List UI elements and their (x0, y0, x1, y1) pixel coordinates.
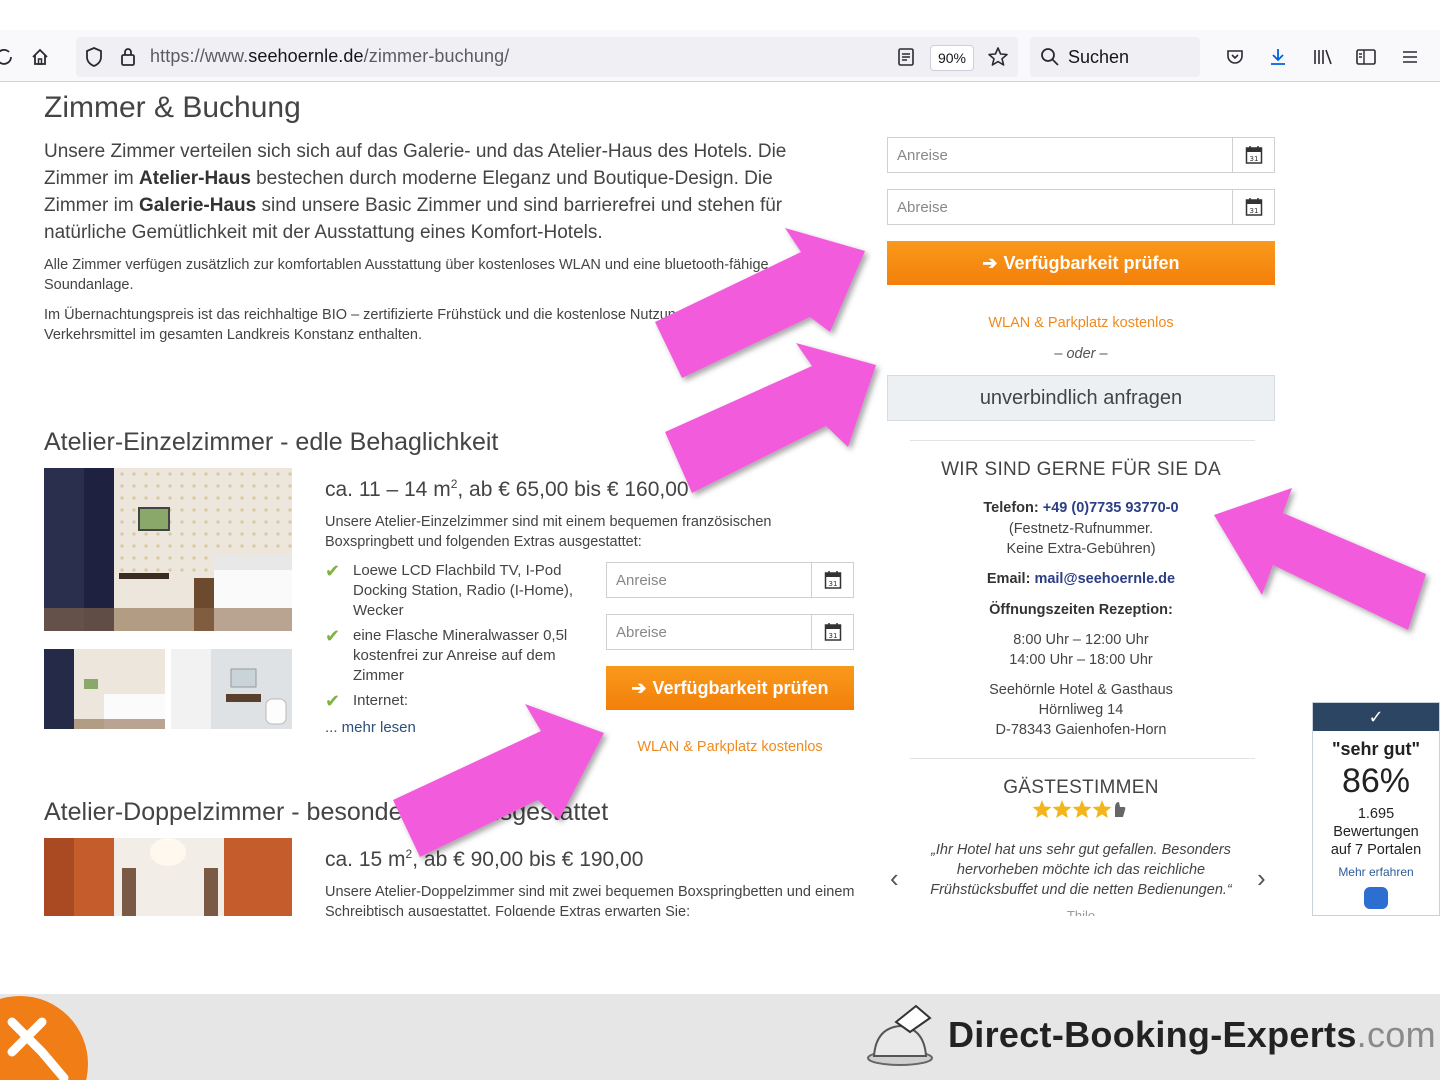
zoom-level[interactable]: 90% (930, 45, 974, 71)
breakfast-text: Im Übernachtungspreis ist das reichhalti… (44, 307, 759, 343)
address-name: Seehörnle Hotel & Gasthaus (989, 682, 1173, 698)
orange-logo-icon (0, 996, 88, 1080)
room1-feature-list: ✔ Loewe LCD Flachbild TV, I-Pod Docking S… (325, 561, 585, 716)
calendar-icon[interactable]: 31 (811, 563, 853, 597)
departure-date-field[interactable]: Abreise 31 (887, 189, 1275, 225)
widget-count-label: Bewertungen (1333, 824, 1419, 840)
search-bar[interactable]: Suchen (1030, 37, 1200, 77)
hours-morning: 8:00 Uhr – 12:00 Uhr (1013, 632, 1149, 648)
checkmark-icon: ✓ (1313, 703, 1439, 731)
room2-main-photo[interactable] (44, 838, 292, 916)
divider (910, 758, 1255, 759)
pocket-icon[interactable] (1221, 43, 1249, 71)
room1-thumb-2[interactable] (171, 649, 292, 729)
reader-view-icon[interactable] (892, 43, 920, 71)
svg-text:31: 31 (1249, 207, 1258, 215)
review-author: Thilo (1066, 908, 1096, 916)
check-icon: ✔ (325, 691, 341, 711)
widget-percent: 86% (1341, 762, 1411, 800)
feature-item: ✔ eine Flasche Mineralwasser 0,5l kostenf… (325, 626, 568, 684)
download-icon[interactable] (1264, 43, 1292, 71)
calendar-icon[interactable]: 31 (1232, 190, 1274, 224)
feature-item: ✔ Loewe LCD Flachbild TV, I-Pod Docking S… (325, 561, 574, 619)
share-arrow-icon: ➔ (631, 677, 647, 698)
phone-note-1: (Festnetz-Rufnummer. (1008, 521, 1154, 537)
wlan-parking-note: WLAN & Parkplatz kostenlos (988, 315, 1174, 331)
hours-afternoon: 14:00 Uhr – 18:00 Uhr (1009, 652, 1153, 668)
search-label: Suchen (1068, 47, 1130, 67)
search-icon (1036, 43, 1064, 71)
email-line: Email: mail@seehoernle.de (986, 571, 1176, 587)
room1-check-availability-button[interactable]: ➔ Verfügbarkeit prüfen (606, 666, 854, 710)
inquire-button[interactable]: unverbindlich anfragen (887, 375, 1275, 421)
phone-link[interactable]: +49 (0)7735 93770-0 (1043, 500, 1179, 516)
calendar-icon[interactable]: 31 (1232, 138, 1274, 172)
phone-line: Telefon: +49 (0)7735 93770-0 (983, 500, 1179, 516)
review-widget[interactable]: ✓ "sehr gut" 86% 1.695 Bewertungen auf 7… (1312, 702, 1440, 916)
room1-departure-field[interactable]: Abreise 31 (606, 614, 854, 650)
feature-item: ✔ Internet: (325, 691, 409, 711)
chat-icon[interactable] (1364, 887, 1388, 909)
check-icon: ✔ (325, 561, 341, 581)
address-city: D-78343 Gaienhofen-Horn (995, 722, 1167, 738)
browser-toolbar: https://www.seehoernle.de/zimmer-buchung… (0, 0, 1440, 82)
page-title: Zimmer & Buchung (44, 91, 301, 124)
room1-arrival-field[interactable]: Anreise 31 (606, 562, 854, 598)
url-bar[interactable]: https://www.seehoernle.de/zimmer-buchung… (76, 37, 1018, 77)
share-arrow-icon: ➔ (982, 252, 998, 273)
svg-text:31: 31 (828, 580, 837, 588)
svg-text:31: 31 (1249, 155, 1258, 163)
reload-icon[interactable] (0, 43, 18, 71)
library-icon[interactable] (1309, 43, 1337, 71)
or-separator: – oder – (1054, 346, 1108, 362)
review-quote: „Ihr Hotel hat uns sehr gut gefallen. Be… (930, 842, 1232, 898)
carousel-prev-icon[interactable]: ‹ (890, 863, 899, 894)
menu-icon[interactable] (1396, 43, 1424, 71)
brand-logo-text: Direct-Booking-Experts.com (948, 1014, 1436, 1055)
svg-text:31: 31 (828, 632, 837, 640)
star-bookmark-icon[interactable] (984, 43, 1012, 71)
room1-wlan-note: WLAN & Parkplatz kostenlos (637, 739, 823, 755)
url-text[interactable]: https://www.seehoernle.de/zimmer-buchung… (150, 46, 509, 67)
footer-banner: Direct-Booking-Experts.com (0, 994, 1440, 1080)
phone-note-2: Keine Extra-Gebühren) (1006, 541, 1156, 557)
address-street: Hörnliweg 14 (1038, 702, 1124, 718)
divider (910, 440, 1255, 441)
room2-description: Unsere Atelier-Doppelzimmer sind mit zwe… (325, 884, 855, 916)
email-link[interactable]: mail@seehoernle.de (1034, 571, 1175, 587)
web-page: Zimmer & Buchung Unsere Zimmer verteilen… (0, 83, 1440, 916)
hours-label: Öffnungszeiten Rezeption: (989, 602, 1173, 618)
carousel-next-icon[interactable]: › (1257, 863, 1266, 894)
contact-heading: WIR SIND GERNE FÜR SIE DA (941, 459, 1221, 480)
rating-stars (1032, 799, 1132, 827)
check-icon: ✔ (325, 626, 341, 646)
amenities-text: Alle Zimmer verfügen zusätzlich zur komf… (44, 257, 769, 293)
room2-price: ca. 15 m2, ab € 90,00 bis € 190,00 (325, 847, 644, 871)
reception-bell-icon (867, 1004, 933, 1066)
read-more-link[interactable]: ... mehr lesen (325, 719, 416, 736)
home-icon[interactable] (26, 43, 54, 71)
room1-thumb-1[interactable] (44, 649, 165, 729)
room1-heading: Atelier-Einzelzimmer - edle Behaglichkei… (44, 428, 499, 456)
room1-main-photo[interactable] (44, 468, 292, 631)
calendar-icon[interactable]: 31 (811, 615, 853, 649)
widget-rating-label: "sehr gut" (1331, 739, 1421, 759)
arrival-date-field[interactable]: Anreise 31 (887, 137, 1275, 173)
guest-reviews-heading: GÄSTESTIMMEN (1003, 777, 1159, 798)
widget-more-link[interactable]: Mehr erfahren (1313, 865, 1439, 879)
room1-price: ca. 11 – 14 m2, ab € 65,00 bis € 160,00 (325, 477, 689, 501)
room2-heading: Atelier-Doppelzimmer - besonders gut aus… (44, 798, 609, 826)
lock-icon[interactable] (114, 43, 142, 71)
sidebar-toggle-icon[interactable] (1352, 43, 1380, 71)
check-availability-button[interactable]: ➔ Verfügbarkeit prüfen (887, 241, 1275, 285)
intro-text: Unsere Zimmer verteilen sich sich auf da… (44, 141, 787, 243)
shield-icon[interactable] (80, 43, 108, 71)
tab-strip (0, 0, 1440, 30)
room1-description: Unsere Atelier-Einzelzimmer sind mit ein… (325, 514, 772, 550)
widget-count: 1.695 (1357, 806, 1395, 822)
widget-portals: auf 7 Portalen (1330, 842, 1422, 858)
